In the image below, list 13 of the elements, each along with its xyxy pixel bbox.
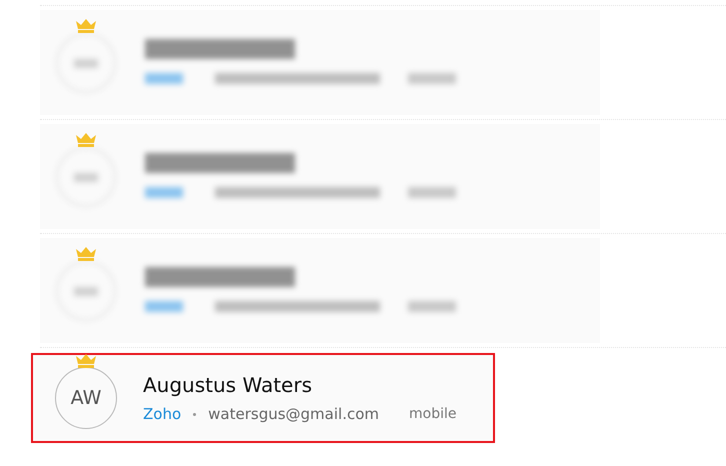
blurred-avatar [55,32,117,94]
avatar: AW [55,367,117,429]
company-link[interactable]: Zoho [143,405,182,423]
contact-card[interactable] [40,238,600,343]
blurred-avatar [55,146,117,208]
separator-dot [193,412,196,416]
phone-type: mobile [409,406,456,422]
contact-email: watersgus@gmail.com [208,405,379,423]
contact-name: Augustus Waters [143,373,313,397]
blurred-avatar [55,260,117,322]
contact-card[interactable] [40,124,600,229]
contact-card[interactable]: AW Augustus Waters Zoho watersgus@gmail.com mobile [31,353,495,443]
contact-card[interactable] [40,10,600,115]
